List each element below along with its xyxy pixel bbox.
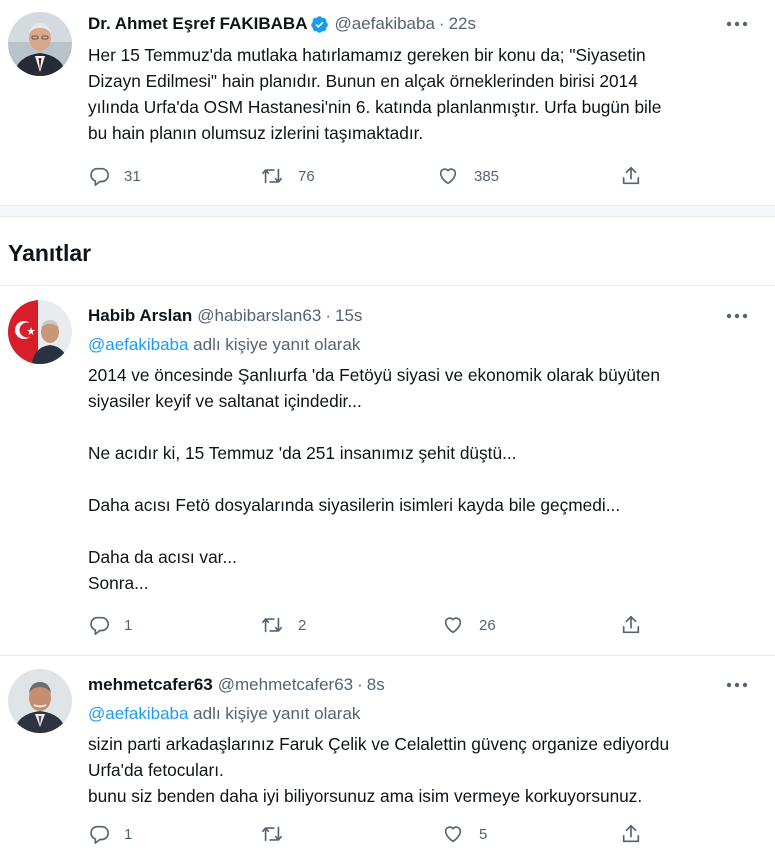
replying-to: @aefakibaba adlı kişiye yanıt olarak xyxy=(88,704,360,724)
reply-icon xyxy=(90,825,109,844)
tweet-text: Her 15 Temmuz'da mutlaka hatırlamamız ge… xyxy=(88,42,758,146)
share-button[interactable] xyxy=(620,164,642,188)
reply-button[interactable]: 1 xyxy=(88,822,132,846)
tweet-actions: 31 76 385 xyxy=(88,164,648,188)
heart-icon xyxy=(444,617,462,634)
tweet-actions: 1 2 26 xyxy=(88,613,648,637)
retweet-icon xyxy=(262,168,282,184)
like-button[interactable]: 385 xyxy=(436,164,499,188)
avatar[interactable] xyxy=(8,300,72,364)
tweet-text-line: Daha acısı Fetö dosyalarında siyasilerin… xyxy=(88,495,621,515)
author-handle[interactable]: @habibarslan63 xyxy=(197,306,321,326)
like-button[interactable]: 5 xyxy=(441,822,487,846)
avatar-photo xyxy=(8,300,72,364)
author-name[interactable]: Habib Arslan xyxy=(88,306,192,326)
share-icon xyxy=(622,824,640,843)
retweet-button[interactable]: 2 xyxy=(260,613,306,637)
retweet-icon xyxy=(262,826,282,842)
reply-icon xyxy=(90,616,109,635)
tweet-text-line: Her 15 Temmuz'da mutlaka hatırlamamız ge… xyxy=(88,45,646,65)
reply-count: 1 xyxy=(124,825,133,843)
main-tweet[interactable]: Dr. Ahmet Eşref FAKIBABA @aefakibaba · 2… xyxy=(0,0,775,205)
tweet-time[interactable]: 8s xyxy=(367,675,385,695)
author-handle[interactable]: @aefakibaba xyxy=(334,14,434,34)
tweet-time[interactable]: 22s xyxy=(449,14,476,34)
replying-label: adlı kişiye yanıt olarak xyxy=(188,335,361,354)
tweet-text-line: Dizayn Edilmesi" hain planıdır. Bunun en… xyxy=(88,71,638,91)
separator-dot: · xyxy=(438,14,445,33)
tweet-text-line: bunu siz benden daha iyi biliyorsunuz am… xyxy=(88,786,643,806)
reply-tweet[interactable]: Habib Arslan @habibarslan63 · 15s @aefak… xyxy=(0,286,775,655)
tweet-text-line: Daha da acısı var... xyxy=(88,547,237,567)
like-count: 5 xyxy=(479,825,488,843)
share-icon xyxy=(622,166,640,185)
tweet-text-line: Ne acıdır ki, 15 Temmuz 'da 251 insanımı… xyxy=(88,443,517,463)
reply-button[interactable]: 31 xyxy=(88,164,141,188)
reply-mention-link[interactable]: @aefakibaba xyxy=(88,704,188,723)
section-divider xyxy=(0,205,775,217)
separator-dot: · xyxy=(325,306,331,325)
reply-mention-link[interactable]: @aefakibaba xyxy=(88,335,188,354)
replying-label: adlı kişiye yanıt olarak xyxy=(188,704,361,723)
tweet-text-line: Sonra... xyxy=(88,573,149,593)
tweet-text-line: 2014 ve öncesinde Şanlıurfa 'da Fetöyü s… xyxy=(88,365,661,385)
retweet-icon xyxy=(262,617,282,633)
retweet-button[interactable]: 76 xyxy=(260,164,315,188)
author-name[interactable]: mehmetcafer63 xyxy=(88,675,213,695)
retweet-count: 76 xyxy=(298,167,315,185)
tweet-header: Habib Arslan @habibarslan63 · 15s xyxy=(88,305,362,327)
tweet-text-line: bu hain planın olumsuz izlerini taşımakt… xyxy=(88,123,424,143)
avatar-photo xyxy=(8,12,72,76)
replies-heading: Yanıtlar xyxy=(8,240,92,266)
tweet-header: mehmetcafer63 @mehmetcafer63 · 8s xyxy=(88,674,385,696)
more-horizontal-icon[interactable] xyxy=(725,14,749,34)
like-count: 26 xyxy=(479,616,496,634)
tweet-header: Dr. Ahmet Eşref FAKIBABA @aefakibaba · 2… xyxy=(88,13,476,35)
share-button[interactable] xyxy=(620,822,642,846)
tweet-time[interactable]: 15s xyxy=(335,306,362,326)
reply-tweet[interactable]: mehmetcafer63 @mehmetcafer63 · 8s @aefak… xyxy=(0,656,775,854)
replying-to: @aefakibaba adlı kişiye yanıt olarak xyxy=(88,335,360,355)
separator-dot: · xyxy=(357,675,363,694)
tweet-text-line: Urfa'da fetocuları. xyxy=(88,760,224,780)
verified-badge-icon xyxy=(310,15,329,34)
author-handle[interactable]: @mehmetcafer63 xyxy=(218,675,353,695)
reply-count: 31 xyxy=(124,167,141,185)
like-count: 385 xyxy=(474,167,500,185)
tweet-text-line: yılında Urfa'da OSM Hastanesi'nin 6. kat… xyxy=(88,97,662,117)
heart-icon xyxy=(439,168,457,185)
tweet-text-line: sizin parti arkadaşlarınız Faruk Çelik v… xyxy=(88,734,670,754)
tweet-text: sizin parti arkadaşlarınız Faruk Çelik v… xyxy=(88,731,758,809)
retweet-count: 2 xyxy=(298,616,307,634)
author-name[interactable]: Dr. Ahmet Eşref FAKIBABA xyxy=(88,14,307,34)
avatar[interactable] xyxy=(8,12,72,76)
share-button[interactable] xyxy=(620,613,642,637)
tweet-text-line: siyasiler keyif ve saltanat içindedir... xyxy=(88,391,362,411)
reply-icon xyxy=(90,167,109,186)
tweet-actions: 1 5 xyxy=(88,822,648,846)
avatar-photo xyxy=(8,669,72,733)
more-horizontal-icon[interactable] xyxy=(725,675,749,695)
avatar[interactable] xyxy=(8,669,72,733)
more-horizontal-icon[interactable] xyxy=(725,306,749,326)
retweet-button[interactable] xyxy=(260,822,298,846)
reply-count: 1 xyxy=(124,616,133,634)
heart-icon xyxy=(444,826,462,843)
like-button[interactable]: 26 xyxy=(441,613,496,637)
reply-button[interactable]: 1 xyxy=(88,613,132,637)
share-icon xyxy=(622,615,640,634)
tweet-text: 2014 ve öncesinde Şanlıurfa 'da Fetöyü s… xyxy=(88,362,758,596)
